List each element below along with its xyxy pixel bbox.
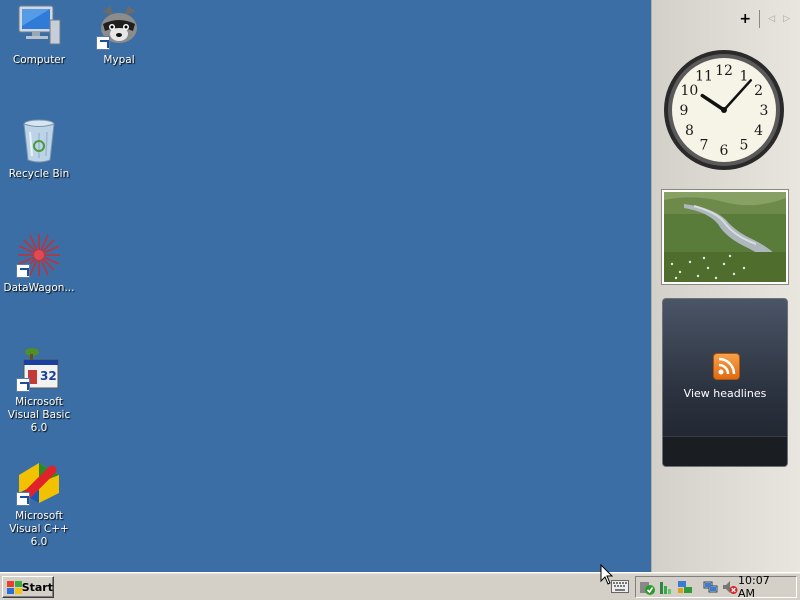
- recycle-bin-icon: [16, 118, 62, 164]
- clock-numeral: 3: [760, 103, 769, 119]
- sidebar-controls: + ◁ ▷: [739, 10, 790, 28]
- mouse-cursor-icon: [600, 563, 614, 589]
- shortcut-arrow-icon: [96, 36, 110, 50]
- volume-muted-icon[interactable]: [722, 579, 738, 595]
- feed-footer: [663, 436, 787, 466]
- clock-numeral: 2: [754, 83, 763, 99]
- vb6-icon: 32: [16, 346, 62, 392]
- clock-numeral: 12: [715, 63, 733, 79]
- desktop-icon-recycle-bin[interactable]: Recycle Bin: [0, 118, 78, 181]
- clock-numeral: 10: [680, 83, 698, 99]
- system-tray: 10:07 AM: [635, 574, 797, 600]
- shield-icon[interactable]: [639, 579, 655, 595]
- desktop-icon-label: DataWagon...: [3, 282, 75, 294]
- clock-numeral: 7: [700, 138, 709, 154]
- taskbar: Start 10:07 AM: [0, 572, 800, 600]
- shortcut-arrow-icon: [16, 264, 30, 278]
- desktop-icon-label: Recycle Bin: [8, 168, 70, 180]
- clock-numeral: 1: [740, 68, 749, 84]
- datawagon-icon: [16, 232, 62, 278]
- windows-logo-icon: [6, 580, 22, 594]
- svg-text:32: 32: [40, 369, 57, 383]
- desktop-icon-label: Computer: [12, 54, 66, 66]
- slideshow-image: [664, 192, 786, 282]
- desktop-icon-label: Microsoft Visual Basic 6.0: [7, 396, 71, 434]
- clock-time[interactable]: 10:07 AM: [738, 574, 790, 600]
- computer-icon: [16, 4, 62, 50]
- desktop-icon-visual-basic[interactable]: 32 Microsoft Visual Basic 6.0: [0, 346, 78, 435]
- raccoon-icon: [96, 4, 142, 50]
- clock-numeral: 8: [685, 123, 694, 139]
- clock-face: 12 12 3 45678 9 1011: [664, 50, 784, 170]
- add-gadget-button[interactable]: +: [739, 11, 751, 27]
- desktop-icon-computer[interactable]: Computer: [0, 4, 78, 67]
- rss-icon: [713, 353, 740, 380]
- shortcut-arrow-icon: [16, 378, 30, 392]
- clock-numeral: 6: [720, 143, 729, 159]
- clock-numeral: 9: [680, 103, 689, 119]
- desktop[interactable]: Computer Mypal Recycle Bin DataWagon... …: [0, 0, 651, 572]
- view-headlines-link[interactable]: View headlines: [663, 387, 787, 400]
- slideshow-gadget[interactable]: [662, 190, 788, 284]
- shortcut-arrow-icon: [16, 492, 30, 506]
- clock-numeral: 4: [754, 123, 763, 139]
- network-icon[interactable]: [658, 579, 674, 595]
- desktop-icon-label: Microsoft Visual C++ 6.0: [9, 510, 69, 548]
- start-label: Start: [21, 580, 53, 594]
- vc6-icon: [16, 460, 62, 506]
- clock-numeral: 11: [695, 68, 713, 84]
- network-connection-icon[interactable]: [703, 579, 719, 595]
- desktop-icon-datawagon[interactable]: DataWagon...: [0, 232, 78, 295]
- next-page-button[interactable]: ▷: [783, 14, 790, 24]
- sidebar-separator: [759, 10, 761, 28]
- clock-numeral: 5: [740, 138, 749, 154]
- updates-icon[interactable]: [677, 579, 693, 595]
- desktop-icon-label: Mypal: [103, 54, 135, 66]
- start-button[interactable]: Start: [2, 576, 54, 598]
- desktop-icon-visual-cpp[interactable]: Microsoft Visual C++ 6.0: [0, 460, 78, 549]
- desktop-icon-mypal[interactable]: Mypal: [80, 4, 158, 67]
- feed-headlines-gadget[interactable]: View headlines: [662, 298, 788, 467]
- clock-gadget[interactable]: 12 1 2 3 4 5 6 7 8 9 10 11: [662, 48, 786, 172]
- previous-page-button[interactable]: ◁: [768, 14, 775, 24]
